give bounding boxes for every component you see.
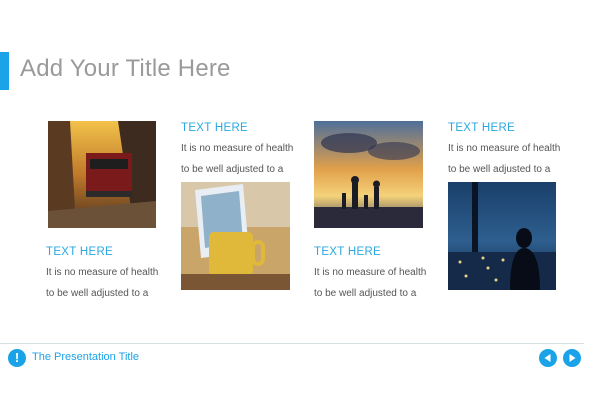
title-accent-bar (0, 52, 9, 90)
presentation-title: The Presentation Title (32, 351, 140, 363)
triangle-right-icon (569, 354, 576, 362)
caption-1: TEXT HERE It is no measure of health to … (46, 246, 158, 304)
beach-sunset-photo (314, 121, 423, 228)
caption-3: TEXT HERE It is no measure of health to … (314, 246, 426, 304)
slide-title: Add Your Title Here (20, 55, 231, 82)
caption-line: to be well adjusted to a (448, 164, 551, 175)
street-tram-photo (48, 121, 156, 228)
caption-heading: TEXT HERE (181, 122, 249, 134)
previous-slide-button[interactable] (539, 349, 557, 367)
caption-heading: TEXT HERE (314, 246, 382, 258)
caption-2: TEXT HERE It is no measure of health to … (181, 122, 293, 180)
caption-heading: TEXT HERE (46, 246, 114, 258)
caption-4: TEXT HERE It is no measure of health to … (448, 122, 560, 180)
city-window-photo (448, 182, 556, 290)
triangle-left-icon (544, 354, 551, 362)
caption-line: to be well adjusted to a (181, 164, 284, 175)
caption-line: It is no measure of health (181, 143, 294, 154)
info-icon: ! (8, 349, 26, 367)
caption-line: It is no measure of health (448, 143, 561, 154)
laptop-mug-photo (181, 182, 290, 290)
footer-divider (0, 343, 584, 344)
caption-heading: TEXT HERE (448, 122, 516, 134)
caption-line: to be well adjusted to a (46, 288, 149, 299)
next-slide-button[interactable] (563, 349, 581, 367)
caption-line: to be well adjusted to a (314, 288, 417, 299)
caption-line: It is no measure of health (314, 267, 427, 278)
caption-line: It is no measure of health (46, 267, 159, 278)
